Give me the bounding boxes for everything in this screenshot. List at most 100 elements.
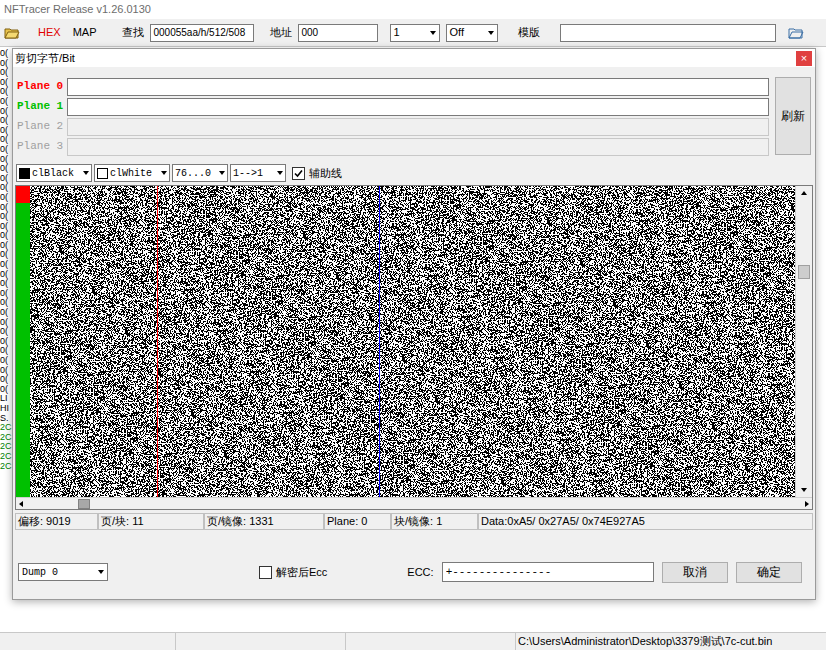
- button-label: 取消: [683, 563, 707, 581]
- bit-map[interactable]: [30, 186, 795, 497]
- ecc-decrypt-label: 解密后Ecc: [276, 564, 327, 581]
- plane-strip: [16, 186, 30, 497]
- plane-label: Plane 2: [17, 118, 67, 135]
- title-bar: NFTracer Release v1.26.0130: [0, 0, 826, 19]
- plane-label: Plane 3: [17, 138, 67, 155]
- plane-input: [67, 138, 769, 156]
- dialog-title: 剪切字节/Bit: [15, 50, 75, 67]
- scroll-up-icon[interactable]: [797, 186, 811, 200]
- dropdown-arrow-icon: [81, 165, 91, 181]
- hex-row-text: 0(: [0, 155, 12, 165]
- plane-label: Plane 1: [17, 98, 67, 115]
- ecc-decrypt-checkbox[interactable]: [259, 566, 272, 579]
- hex-row-text: 0(: [0, 135, 12, 145]
- dropdown-arrow-icon: [275, 165, 285, 181]
- bg-color-dropdown[interactable]: clWhite: [94, 164, 170, 182]
- scroll-down-icon[interactable]: [797, 483, 811, 497]
- ecc-decrypt-row[interactable]: 解密后Ecc: [259, 564, 327, 581]
- status-text: Data:0xA5/ 0x27A5/ 0x74E927A5: [481, 513, 645, 530]
- plane-input[interactable]: [67, 98, 769, 116]
- hex-row-text: 0(: [0, 183, 12, 193]
- bit-order-dropdown[interactable]: 76...0: [172, 164, 228, 182]
- hex-row-text: 0(: [0, 327, 12, 337]
- plane-row: Plane 3: [17, 137, 769, 156]
- hex-row-text: 0(: [0, 174, 12, 184]
- h-scroll-thumb[interactable]: [78, 499, 90, 509]
- bg-swatch: [97, 168, 108, 179]
- hex-row-text: 0(: [0, 346, 12, 356]
- hex-row-text: HI: [0, 404, 12, 414]
- address-label: 地址: [270, 24, 292, 41]
- scroll-thumb[interactable]: [798, 265, 810, 279]
- hex-row-text: 0(: [0, 49, 12, 59]
- hex-row-text: 0(: [0, 308, 12, 318]
- browse-folder-icon[interactable]: [788, 26, 804, 40]
- hex-button[interactable]: HEX: [38, 24, 61, 41]
- hex-row-text: 2C: [0, 423, 12, 433]
- count-dropdown[interactable]: 1: [390, 24, 440, 42]
- mode-value: Off: [447, 24, 465, 41]
- plane-input[interactable]: [67, 78, 769, 96]
- plane-1-strip: [16, 203, 30, 497]
- dump-value: Dump 0: [22, 565, 58, 580]
- hex-row-text: 0(: [0, 279, 12, 289]
- status-field: Plane: 0: [324, 513, 391, 530]
- bit-order-value: 76...0: [175, 166, 211, 181]
- hex-row-text: 0(: [0, 116, 12, 126]
- hex-row-text: 0(: [0, 260, 12, 270]
- hex-row-text: S.: [0, 414, 12, 424]
- mode-dropdown[interactable]: Off: [446, 24, 498, 42]
- status-text: 块/镜像: 1: [394, 513, 442, 530]
- bg-color-value: clWhite: [110, 166, 157, 181]
- hex-row-text: 0(: [0, 87, 12, 97]
- bit-canvas-area[interactable]: [30, 186, 795, 497]
- hex-row-text: 0(: [0, 337, 12, 347]
- plane-input: [67, 118, 769, 136]
- dialog-buttons: 取消 确定: [662, 562, 802, 583]
- dialog-status-row: 偏移: 9019页/块: 11页/镜像: 1331Plane: 0块/镜像: 1…: [15, 513, 813, 530]
- guides-checkbox-row[interactable]: 辅助线: [292, 165, 342, 182]
- close-button[interactable]: ×: [796, 51, 812, 66]
- map-button[interactable]: MAP: [73, 24, 97, 41]
- dropdown-arrow-icon: [159, 165, 169, 181]
- plane-0-strip: [16, 186, 30, 203]
- hex-row-text: 0(: [0, 68, 12, 78]
- status-text: Plane: 0: [327, 513, 367, 530]
- hex-list: 0(0(0(0(0(0(0(0(0(0(0(0(0(0(0(0(0(0(0(0(…: [0, 47, 12, 632]
- refresh-button[interactable]: 刷新: [775, 77, 811, 155]
- horizontal-scrollbar[interactable]: [16, 497, 812, 509]
- scroll-right-icon[interactable]: [800, 498, 812, 510]
- hex-row-text: 0(: [0, 318, 12, 328]
- guides-checkbox[interactable]: [292, 167, 305, 180]
- hex-row-text: 0(: [0, 164, 12, 174]
- cancel-button[interactable]: 取消: [662, 562, 728, 583]
- hex-row-text: 0(: [0, 97, 12, 107]
- plane-label: Plane 0: [17, 78, 67, 95]
- vertical-scrollbar[interactable]: [795, 186, 812, 497]
- hex-row-text: 0(: [0, 298, 12, 308]
- main-window: NFTracer Release v1.26.0130 HEX MAP 查找 地…: [0, 0, 826, 650]
- address-input[interactable]: [298, 24, 378, 42]
- plane-row: Plane 0: [17, 77, 769, 96]
- ecc-input[interactable]: [442, 562, 654, 582]
- ok-button[interactable]: 确定: [736, 562, 802, 583]
- hex-row-text: 2C: [0, 433, 12, 443]
- template-input[interactable]: [560, 24, 776, 42]
- button-label: 确定: [757, 563, 781, 581]
- fg-color-dropdown[interactable]: clBlack: [16, 164, 92, 182]
- hex-row-text: LI: [0, 394, 12, 404]
- open-folder-icon[interactable]: [4, 26, 20, 40]
- plane-list: Plane 0 Plane 1 Plane 2 Plane 3: [17, 77, 769, 156]
- bit-dialog: 剪切字节/Bit × Plane 0Plane 1Plane 2Plane 3 …: [12, 48, 816, 600]
- dialog-title-bar: 剪切字节/Bit ×: [13, 49, 815, 67]
- scroll-left-icon[interactable]: [16, 498, 28, 510]
- status-field: 偏移: 9019: [15, 513, 98, 530]
- status-field: 页/块: 11: [98, 513, 204, 530]
- find-input[interactable]: [150, 24, 254, 42]
- hex-row-text: 0(: [0, 222, 12, 232]
- hex-row-text: 2C: [0, 462, 12, 472]
- step-dropdown[interactable]: 1-->1: [230, 164, 286, 182]
- dump-dropdown[interactable]: Dump 0: [18, 563, 108, 581]
- status-field: Data:0xA5/ 0x27A5/ 0x74E927A5: [478, 513, 813, 530]
- hex-row-text: 0(: [0, 356, 12, 366]
